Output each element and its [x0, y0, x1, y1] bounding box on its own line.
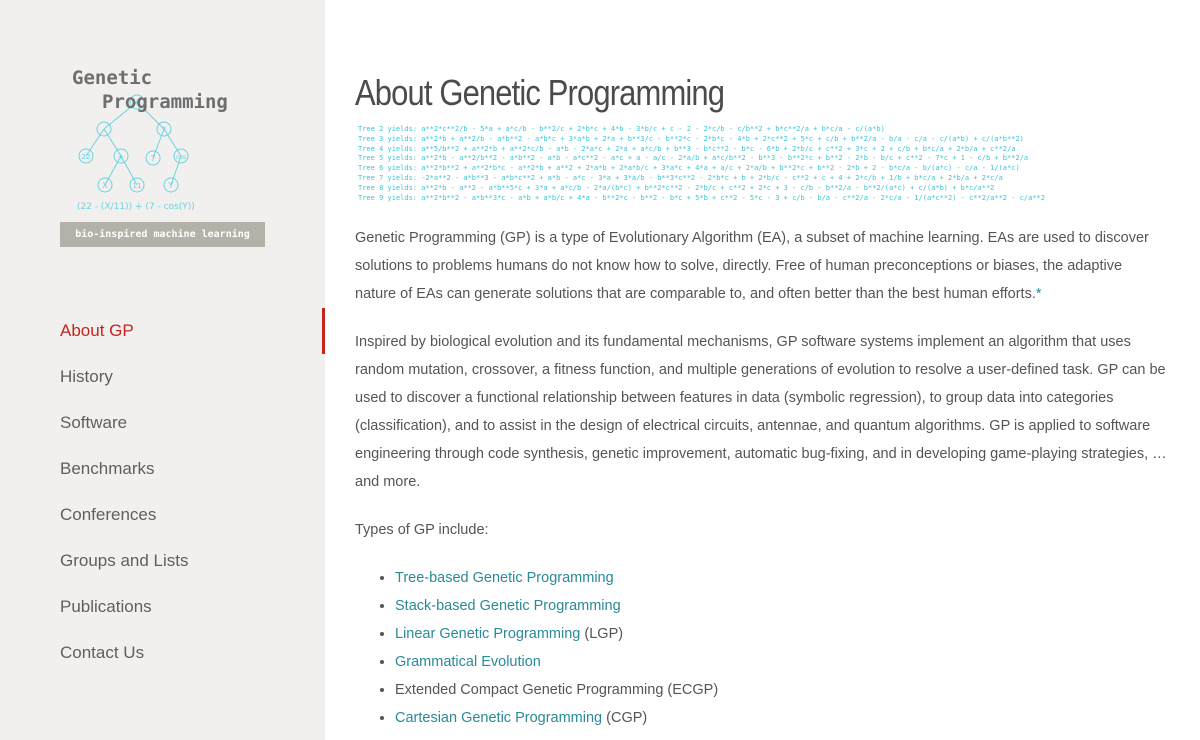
nav-item-benchmarks[interactable]: Benchmarks: [0, 446, 325, 492]
nav-item-software[interactable]: Software: [0, 400, 325, 446]
types-intro: Types of GP include:: [355, 522, 489, 538]
nav-item-label: History: [60, 367, 113, 386]
tree-yields-block: Tree 2 yields: a**2*c**2/b - 5*a + a*c/b…: [358, 125, 1170, 203]
svg-text:Y: Y: [168, 181, 174, 190]
nav-item-label: Benchmarks: [60, 459, 155, 478]
sidebar: + - * 22 ÷ 7 cos X 11 Y (22 - (X/11)) + …: [0, 0, 325, 740]
inspiration-paragraph: Inspired by biological evolution and its…: [355, 334, 1167, 490]
nav-item-label: Conferences: [60, 505, 157, 524]
tree-based-gp-link[interactable]: Tree-based Genetic Programming: [395, 570, 614, 586]
nav-item-contact-us[interactable]: Contact Us: [0, 630, 325, 676]
nav-item-label: Publications: [60, 597, 152, 616]
tree-yield-line: Tree 8 yields: a**2*b - a**2 - a*b**5*c …: [358, 183, 995, 192]
nav-item-history[interactable]: History: [0, 354, 325, 400]
tree-yield-line: Tree 5 yields: a**2*b - a**2/b**2 - a*b*…: [358, 154, 1029, 163]
svg-text:÷: ÷: [118, 152, 125, 161]
logo-title-line1: Genetic: [72, 67, 153, 89]
svg-text:*: *: [162, 125, 166, 134]
nav-item-label: Contact Us: [60, 643, 145, 662]
nav-item-label: About GP: [60, 321, 134, 340]
tree-yield-line: Tree 4 yields: a**5/b**2 + a**2*b + a**2…: [358, 144, 1016, 153]
nav-item-label: Software: [60, 413, 128, 432]
list-item: Linear Genetic Programming (LGP): [395, 620, 1167, 648]
linear-gp-link[interactable]: Linear Genetic Programming: [395, 626, 580, 642]
tree-yield-line: Tree 3 yields: a**2*b + a**2/b - a*b**2 …: [358, 134, 1024, 143]
svg-text:7: 7: [150, 154, 155, 163]
grammatical-evolution-link[interactable]: Grammatical Evolution: [395, 654, 541, 670]
article-body: Genetic Programming (GP) is a type of Ev…: [355, 224, 1167, 732]
logo-title-line2: Programming: [102, 91, 228, 113]
list-item: Stack-based Genetic Programming: [395, 592, 1167, 620]
tree-yield-line: Tree 6 yields: a**2*b**2 + a**2*b*c - a*…: [358, 164, 1020, 173]
list-item-suffix: (LGP): [580, 626, 624, 642]
gp-types-list: Tree-based Genetic Programming Stack-bas…: [355, 564, 1167, 732]
main-nav: About GP History Software Benchmarks Con…: [0, 308, 325, 676]
list-item-suffix: (CGP): [602, 710, 648, 726]
nav-item-conferences[interactable]: Conferences: [0, 492, 325, 538]
nav-item-publications[interactable]: Publications: [0, 584, 325, 630]
svg-text:(22 - (X/11)) + (7 - cos(Y)): (22 - (X/11)) + (7 - cos(Y)): [77, 202, 195, 212]
svg-text:22: 22: [82, 153, 91, 161]
tree-yield-line: Tree 7 yields: -2*a**2 - a*b**3 - a*b*c*…: [358, 173, 1003, 182]
page-title: About Genetic Programming: [355, 72, 725, 113]
svg-text:X: X: [102, 181, 108, 190]
tree-yield-line: Tree 2 yields: a**2*c**2/b - 5*a + a*c/b…: [358, 125, 885, 133]
svg-text:11: 11: [133, 182, 142, 190]
list-item: Cartesian Genetic Programming (CGP): [395, 704, 1167, 732]
svg-text:-: -: [103, 125, 106, 134]
tree-yield-line: Tree 9 yields: a**2*b**2 - a*b**3*c - a*…: [358, 193, 1045, 202]
intro-text: Genetic Programming (GP) is a type of Ev…: [355, 230, 1149, 302]
nav-item-groups-and-lists[interactable]: Groups and Lists: [0, 538, 325, 584]
logo-tagline: bio-inspired machine learning: [60, 222, 265, 247]
nav-item-about-gp[interactable]: About GP: [0, 308, 325, 354]
intro-paragraph: Genetic Programming (GP) is a type of Ev…: [355, 224, 1167, 308]
ecgp-text: Extended Compact Genetic Programming (EC…: [395, 682, 719, 698]
site-logo[interactable]: + - * 22 ÷ 7 cos X 11 Y (22 - (X/11)) + …: [60, 62, 266, 250]
list-item: Extended Compact Genetic Programming (EC…: [395, 676, 1167, 704]
nav-item-label: Groups and Lists: [60, 551, 189, 570]
logo-title: Genetic Programming: [72, 66, 228, 114]
svg-text:cos: cos: [176, 154, 186, 161]
list-item: Grammatical Evolution: [395, 648, 1167, 676]
footnote-link[interactable]: *: [1036, 286, 1042, 302]
stack-based-gp-link[interactable]: Stack-based Genetic Programming: [395, 598, 621, 614]
list-item: Tree-based Genetic Programming: [395, 564, 1167, 592]
cartesian-gp-link[interactable]: Cartesian Genetic Programming: [395, 710, 602, 726]
